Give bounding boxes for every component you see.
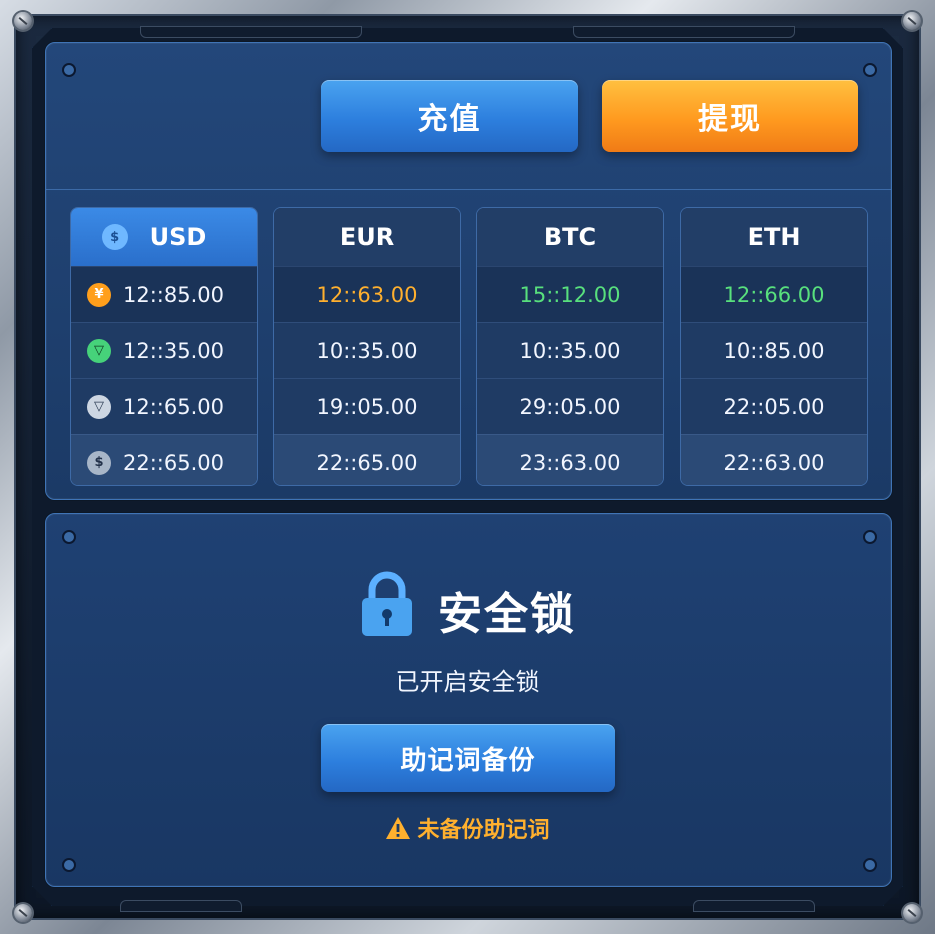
currency-column-btc[interactable]: BTC 15::12.00 10::35.00 29::05.00 23::63… <box>476 207 664 486</box>
mnemonic-backup-button[interactable]: 助记词备份 <box>321 724 615 792</box>
balance-value: 12::65.00 <box>123 394 224 419</box>
frame-notch <box>573 26 795 38</box>
table-row[interactable]: 15::12.00 <box>477 266 663 322</box>
table-row[interactable]: 19::05.00 <box>274 378 460 434</box>
currency-header[interactable]: EUR <box>274 208 460 266</box>
frame-notch <box>140 26 362 38</box>
screw-icon <box>863 530 877 544</box>
backup-warning: 未备份助记词 <box>0 812 935 844</box>
table-row[interactable]: ▽ 12::65.00 <box>71 378 257 434</box>
divider <box>46 189 891 190</box>
table-row[interactable]: 22::63.00 <box>681 434 867 485</box>
deposit-button[interactable]: 充值 <box>321 80 578 152</box>
table-row[interactable]: 12::63.00 <box>274 266 460 322</box>
bolt-icon <box>14 904 32 922</box>
balance-value: 12::85.00 <box>123 282 224 307</box>
warning-text: 未备份助记词 <box>417 818 550 843</box>
screw-icon <box>62 530 76 544</box>
currency-header[interactable]: ETH <box>681 208 867 266</box>
table-row[interactable]: $ 22::65.00 <box>71 434 257 485</box>
currency-column-usd[interactable]: $ USD ¥ 12::85.00 ▽ 12::35.00 ▽ 12::65.0… <box>70 207 258 486</box>
balance-value: 12::35.00 <box>123 338 224 363</box>
currency-header[interactable]: BTC <box>477 208 663 266</box>
table-row[interactable]: 12::66.00 <box>681 266 867 322</box>
green-triangle-icon: ▽ <box>87 338 111 363</box>
bolt-icon <box>903 904 921 922</box>
balance-value: 22::65.00 <box>123 450 224 475</box>
dollar-coin-icon: $ <box>101 224 128 250</box>
bolt-icon <box>14 12 32 30</box>
table-row[interactable]: 23::63.00 <box>477 434 663 485</box>
withdraw-button[interactable]: 提现 <box>602 80 858 152</box>
table-row[interactable]: 29::05.00 <box>477 378 663 434</box>
frame-notch <box>120 900 242 912</box>
lock-icon <box>362 571 412 636</box>
table-row[interactable]: 10::35.00 <box>477 322 663 378</box>
screw-icon <box>863 858 877 872</box>
table-row[interactable]: ¥ 12::85.00 <box>71 266 257 322</box>
currency-column-eur[interactable]: EUR 12::63.00 10::35.00 19::05.00 22::65… <box>273 207 461 486</box>
screw-icon <box>863 63 877 77</box>
table-row[interactable]: 10::85.00 <box>681 322 867 378</box>
yen-coin-icon: ¥ <box>87 282 111 307</box>
currency-header[interactable]: $ USD <box>71 208 257 266</box>
currency-column-eth[interactable]: ETH 12::66.00 10::85.00 22::05.00 22::63… <box>680 207 868 486</box>
security-status: 已开启安全锁 <box>395 668 540 696</box>
security-title: 安全锁 <box>438 589 576 640</box>
bolt-icon <box>903 12 921 30</box>
table-row[interactable]: 10::35.00 <box>274 322 460 378</box>
frame-notch <box>693 900 815 912</box>
table-row[interactable]: 22::65.00 <box>274 434 460 485</box>
warning-icon <box>386 817 411 839</box>
screw-icon <box>62 63 76 77</box>
screw-icon <box>62 858 76 872</box>
table-row[interactable]: 22::05.00 <box>681 378 867 434</box>
currency-code: USD <box>149 223 207 251</box>
grey-triangle-icon: ▽ <box>87 394 111 419</box>
table-row[interactable]: ▽ 12::35.00 <box>71 322 257 378</box>
dollar-coin-icon: $ <box>87 450 111 475</box>
